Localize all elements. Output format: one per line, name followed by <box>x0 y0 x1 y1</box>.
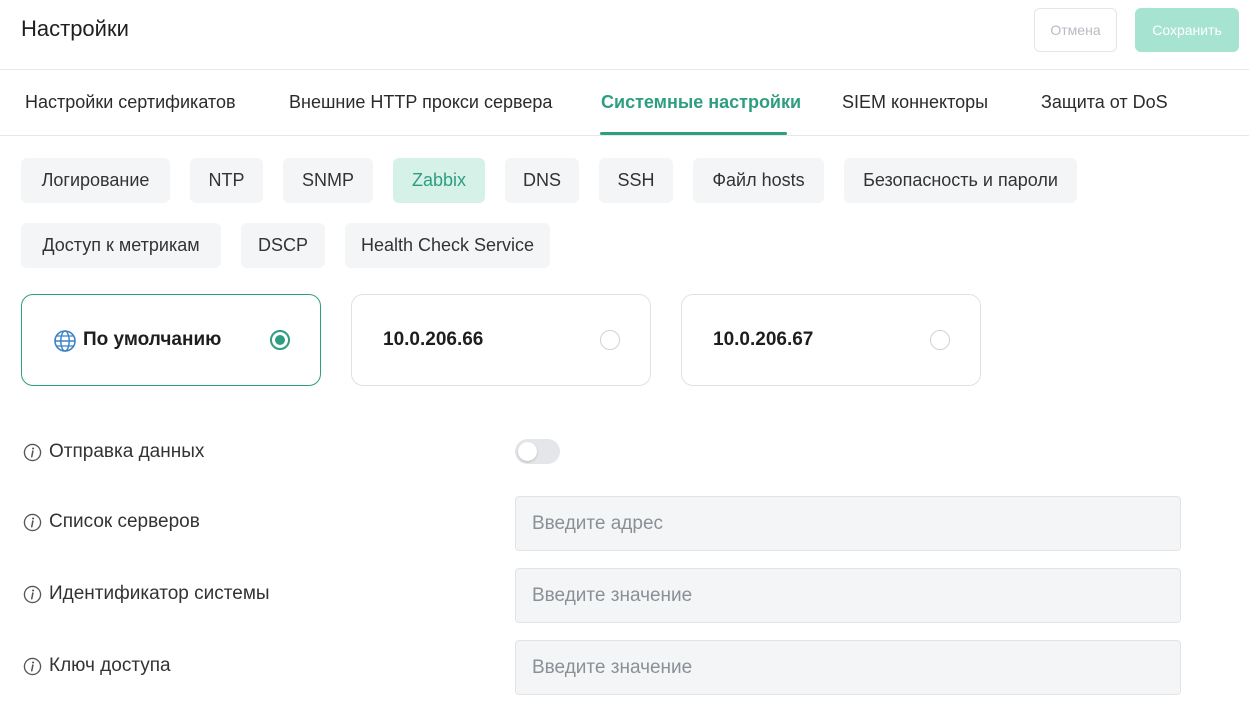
access-key-input[interactable] <box>515 640 1181 695</box>
system-id-label: Идентификатор системы <box>23 583 270 605</box>
page-title: Настройки <box>21 16 129 41</box>
tab-certificates[interactable]: Настройки сертификатов <box>25 92 236 113</box>
send-data-toggle[interactable] <box>515 439 560 464</box>
node-card-10-0-206-67[interactable]: 10.0.206.67 <box>681 294 981 386</box>
subtab-logging[interactable]: Логирование <box>21 158 170 203</box>
subtab-snmp[interactable]: SNMP <box>283 158 373 203</box>
subtab-ntp[interactable]: NTP <box>190 158 263 203</box>
subtab-ssh[interactable]: SSH <box>599 158 673 203</box>
subtab-zabbix[interactable]: Zabbix <box>393 158 485 203</box>
subtab-health-check-service[interactable]: Health Check Service <box>345 223 550 268</box>
node-label: 10.0.206.66 <box>383 329 484 350</box>
subtab-security-passwords[interactable]: Безопасность и пароли <box>844 158 1077 203</box>
system-id-input[interactable] <box>515 568 1181 623</box>
send-data-label: Отправка данных <box>23 441 204 463</box>
servers-input[interactable] <box>515 496 1181 551</box>
info-icon[interactable] <box>23 513 42 532</box>
save-button[interactable]: Сохранить <box>1135 8 1239 52</box>
tab-http-proxy[interactable]: Внешние HTTP прокси сервера <box>289 92 552 113</box>
tab-system-settings[interactable]: Системные настройки <box>601 92 801 113</box>
node-radio[interactable] <box>270 330 290 350</box>
servers-label: Список серверов <box>23 511 200 533</box>
node-radio[interactable] <box>930 330 950 350</box>
tab-dos-protection[interactable]: Защита от DoS <box>1041 92 1168 113</box>
info-icon[interactable] <box>23 443 42 462</box>
access-key-label: Ключ доступа <box>23 655 171 677</box>
node-radio[interactable] <box>600 330 620 350</box>
page-header: Настройки Отмена Сохранить <box>0 0 1249 70</box>
subtab-dns[interactable]: DNS <box>505 158 579 203</box>
node-label: По умолчанию <box>83 329 222 350</box>
subtab-hosts-file[interactable]: Файл hosts <box>693 158 824 203</box>
settings-tabs: Настройки сертификатов Внешние HTTP прок… <box>0 71 1249 136</box>
info-icon[interactable] <box>23 585 42 604</box>
toggle-knob <box>518 442 537 461</box>
subtab-metrics-access[interactable]: Доступ к метрикам <box>21 223 221 268</box>
cancel-button[interactable]: Отмена <box>1034 8 1117 52</box>
globe-icon <box>54 330 76 352</box>
node-card-default[interactable]: По умолчанию <box>21 294 321 386</box>
subtab-dscp[interactable]: DSCP <box>241 223 325 268</box>
node-card-10-0-206-66[interactable]: 10.0.206.66 <box>351 294 651 386</box>
info-icon[interactable] <box>23 657 42 676</box>
node-label: 10.0.206.67 <box>713 329 814 350</box>
tab-siem-connectors[interactable]: SIEM коннекторы <box>842 92 988 113</box>
active-tab-indicator <box>600 132 787 135</box>
